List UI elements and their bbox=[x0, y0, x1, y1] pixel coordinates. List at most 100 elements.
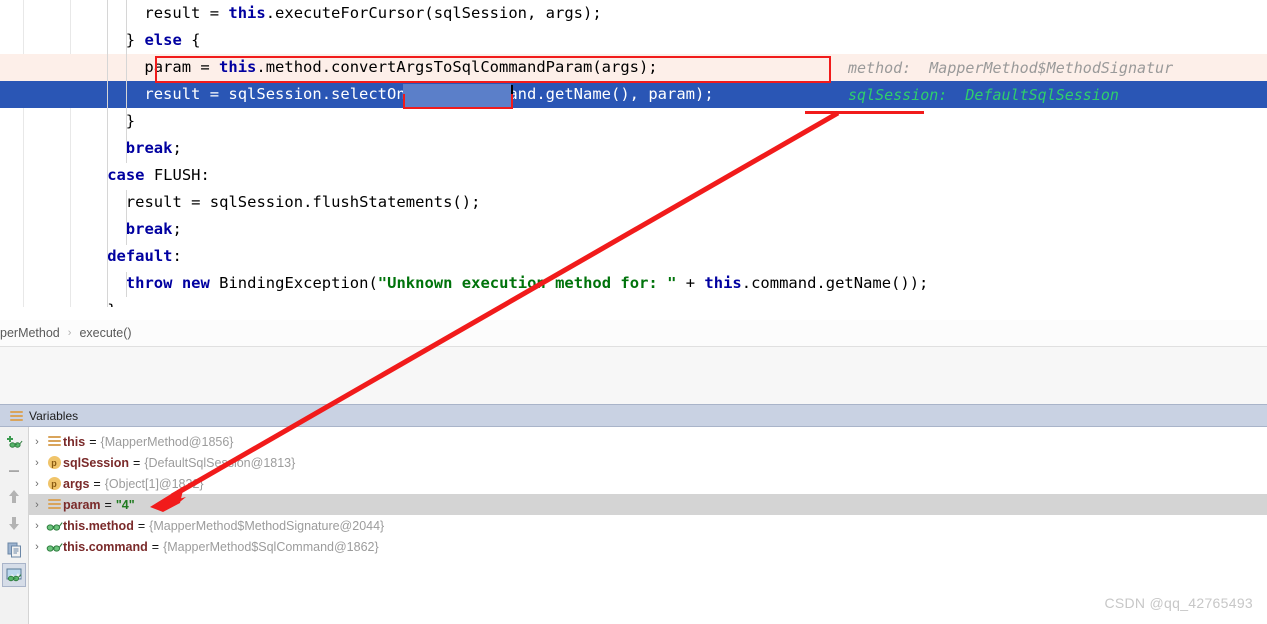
expand-chevron-icon[interactable]: › bbox=[29, 457, 45, 469]
arrow-down-icon bbox=[9, 517, 19, 530]
variable-equals: = bbox=[104, 497, 112, 512]
indent-guide bbox=[107, 0, 109, 307]
field-icon bbox=[45, 436, 63, 447]
move-up-button[interactable] bbox=[2, 485, 26, 509]
code-token: BindingException( bbox=[209, 274, 378, 292]
code-line[interactable]: break; bbox=[0, 216, 1267, 243]
code-line[interactable]: } bbox=[0, 108, 1267, 135]
variable-equals: = bbox=[89, 434, 97, 449]
ide-window: result = this.executeForCursor(sqlSessio… bbox=[0, 0, 1267, 624]
variables-tabbar[interactable]: Variables bbox=[0, 404, 1267, 427]
variable-name: param bbox=[63, 497, 101, 512]
variable-value: {MapperMethod$MethodSignature@2044} bbox=[149, 518, 385, 533]
expand-chevron-icon[interactable]: › bbox=[29, 436, 45, 448]
code-line[interactable]: throw new BindingException("Unknown exec… bbox=[0, 270, 1267, 297]
watch-icon bbox=[45, 541, 63, 553]
expand-chevron-icon[interactable]: › bbox=[29, 499, 45, 511]
add-watch-icon bbox=[7, 436, 23, 448]
variable-value: {DefaultSqlSession@1813} bbox=[144, 455, 296, 470]
variable-row[interactable]: › p sqlSession = {DefaultSqlSession@1813} bbox=[29, 452, 1267, 473]
code-token: : bbox=[172, 247, 182, 265]
code-token: } bbox=[125, 112, 136, 130]
move-down-button[interactable] bbox=[2, 511, 26, 535]
expand-chevron-icon[interactable]: › bbox=[29, 541, 45, 553]
code-token: case bbox=[107, 166, 145, 184]
code-line[interactable]: case FLUSH: bbox=[0, 162, 1267, 189]
indent-guide bbox=[125, 0, 127, 163]
editor-bottom-filler bbox=[0, 347, 1267, 404]
variable-row[interactable]: › param = "4" bbox=[29, 494, 1267, 515]
variable-row[interactable]: › this.command = {MapperMethod$SqlCommand@1… bbox=[29, 536, 1267, 557]
variable-name: args bbox=[63, 476, 90, 491]
variable-row[interactable]: › p args = {Object[1]@1832} bbox=[29, 473, 1267, 494]
code-token: result = sqlSession.flushStatements(); bbox=[125, 193, 481, 211]
variables-list[interactable]: › this = {MapperMethod@1856} › p sqlSession = {D… bbox=[29, 427, 1267, 624]
add-watch-button[interactable] bbox=[2, 430, 26, 454]
variable-value: {Object[1]@1832} bbox=[104, 476, 204, 491]
watch-icon bbox=[45, 520, 63, 532]
code-token: .command.getName()); bbox=[741, 274, 929, 292]
code-token: ; bbox=[172, 139, 182, 157]
breadcrumb[interactable]: perMethod › execute() bbox=[0, 320, 1267, 347]
code-line[interactable]: result = this.executeForCursor(sqlSessio… bbox=[0, 0, 1267, 27]
variable-row[interactable]: › this = {MapperMethod@1856} bbox=[29, 431, 1267, 452]
code-token: result = sqlSession.selectOne( bbox=[144, 85, 425, 103]
code-token: this bbox=[228, 4, 266, 22]
code-token: this bbox=[219, 58, 257, 76]
code-token: FLUSH: bbox=[144, 166, 210, 184]
chevron-right-icon: › bbox=[67, 327, 72, 339]
variable-row[interactable]: › this.method = {MapperMethod$MethodSignatu… bbox=[29, 515, 1267, 536]
expand-chevron-icon[interactable]: › bbox=[29, 478, 45, 490]
breadcrumb-item-class[interactable]: perMethod bbox=[0, 326, 60, 340]
code-token: } bbox=[125, 31, 145, 49]
code-token: param = bbox=[144, 58, 220, 76]
field-icon bbox=[45, 499, 63, 510]
code-token: throw bbox=[125, 274, 173, 292]
code-token: break bbox=[125, 220, 173, 238]
watch-image-icon bbox=[6, 568, 22, 582]
expand-chevron-icon[interactable]: › bbox=[29, 520, 45, 532]
text-caret bbox=[511, 85, 513, 108]
code-line[interactable]: break; bbox=[0, 135, 1267, 162]
variable-name: this.method bbox=[63, 518, 134, 533]
editor-hscrollbar-track[interactable] bbox=[0, 307, 1267, 624]
arrow-up-icon bbox=[9, 490, 19, 503]
parameter-icon: p bbox=[45, 477, 63, 490]
copy-value-button[interactable] bbox=[2, 537, 26, 561]
variable-equals: = bbox=[151, 539, 160, 554]
tab-variables-label: Variables bbox=[29, 409, 79, 423]
code-line[interactable]: result = sqlSession.flushStatements(); bbox=[0, 189, 1267, 216]
code-line[interactable]: } else { bbox=[0, 27, 1267, 54]
param-argument-underline bbox=[805, 111, 924, 114]
variable-equals: = bbox=[133, 455, 141, 470]
tab-variables[interactable]: Variables bbox=[0, 405, 88, 427]
remove-watch-button[interactable] bbox=[2, 459, 26, 483]
code-editor[interactable]: result = this.executeForCursor(sqlSessio… bbox=[0, 0, 1267, 307]
debugger-variables-panel: Variables › this = {MapperMethod@1856} ›… bbox=[0, 404, 1267, 624]
variable-name: this bbox=[63, 434, 86, 449]
text-selection-highlight bbox=[403, 84, 511, 109]
code-token: "Unknown execution method for: " bbox=[377, 274, 677, 292]
inspect-button[interactable] bbox=[2, 563, 26, 587]
variable-value: {MapperMethod@1856} bbox=[100, 434, 234, 449]
code-token: ; bbox=[172, 220, 182, 238]
code-token: .method.convertArgsToSqlCommandParam(arg… bbox=[256, 58, 658, 76]
code-token: this bbox=[704, 274, 742, 292]
variable-name: this.command bbox=[63, 539, 148, 554]
code-token: result = bbox=[144, 4, 229, 22]
code-token: break bbox=[125, 139, 173, 157]
code-token: { bbox=[181, 31, 201, 49]
code-token: else bbox=[144, 31, 182, 49]
code-token: .executeForCursor(sqlSession, args); bbox=[265, 4, 602, 22]
breadcrumb-item-method[interactable]: execute() bbox=[79, 326, 131, 340]
code-token: new bbox=[181, 274, 210, 292]
code-line[interactable]: } bbox=[0, 297, 1267, 307]
variables-toolbar[interactable] bbox=[0, 427, 29, 624]
indent-guide bbox=[125, 272, 127, 297]
variable-value: {MapperMethod$SqlCommand@1862} bbox=[163, 539, 379, 554]
variable-equals: = bbox=[93, 476, 101, 491]
code-token: + bbox=[676, 274, 705, 292]
inline-hint: method: MapperMethod$MethodSignatur bbox=[848, 59, 1174, 77]
code-line[interactable]: default: bbox=[0, 243, 1267, 270]
